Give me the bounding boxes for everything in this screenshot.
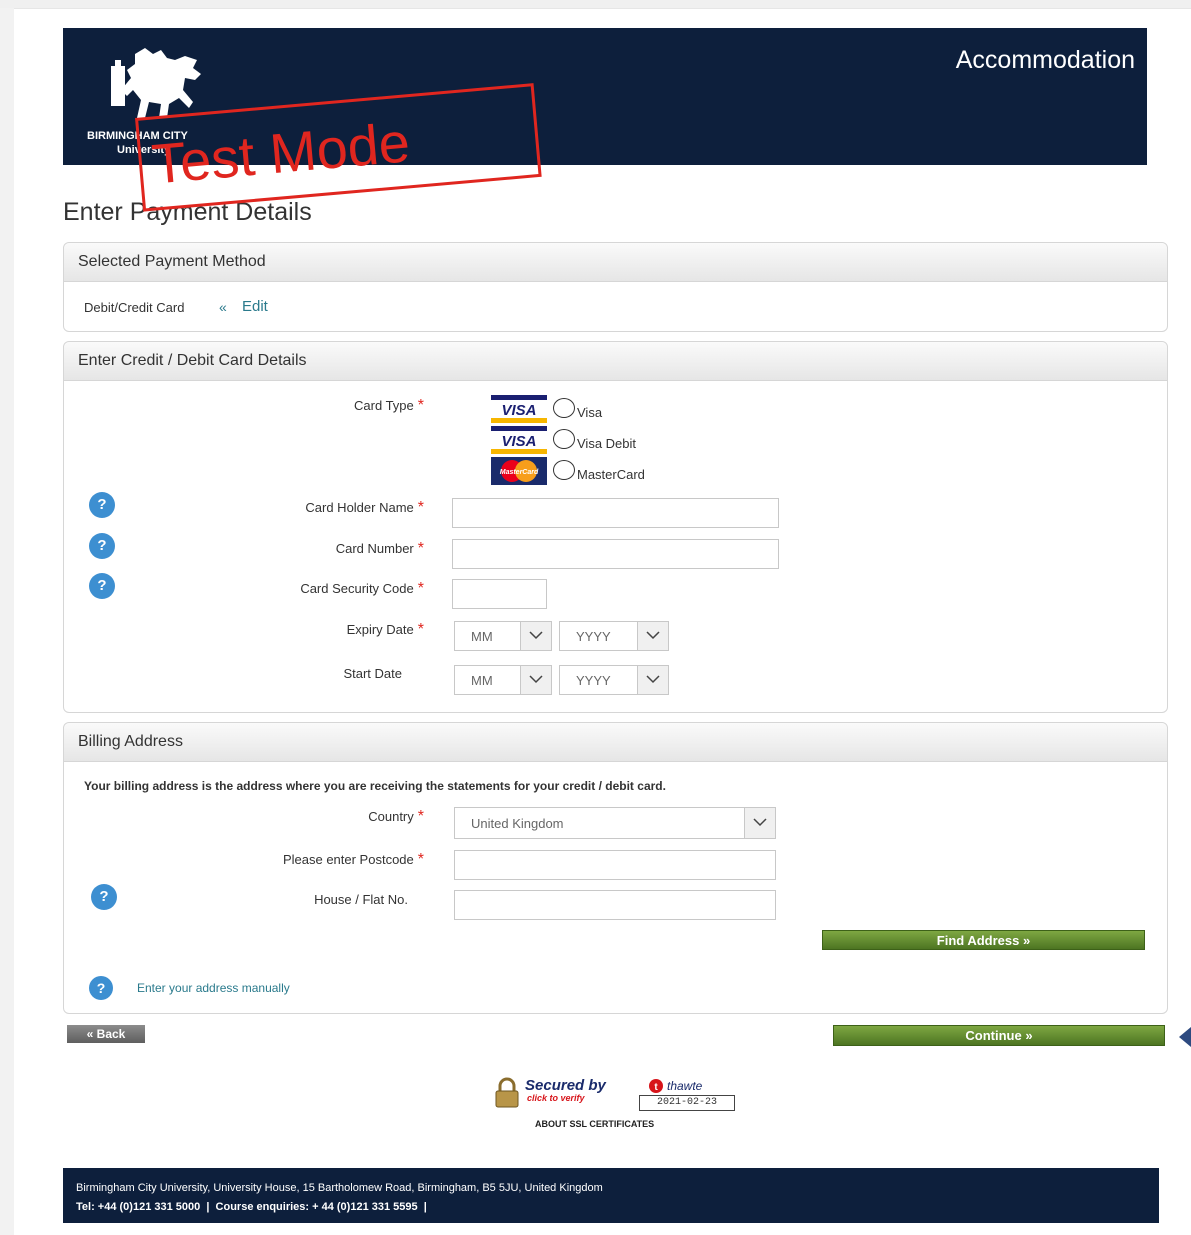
help-icon[interactable]: ?	[89, 573, 115, 599]
required-marker: *	[417, 540, 424, 557]
mastercard-logo-icon: MasterCard	[491, 457, 547, 485]
expiry-month-select[interactable]: MM	[454, 621, 552, 651]
help-icon[interactable]: ?	[89, 492, 115, 518]
radio-visa[interactable]	[553, 398, 575, 418]
visa-debit-logo-icon: VISA	[491, 426, 547, 454]
thawte-brand-text: thawte	[667, 1079, 703, 1093]
security-code-label: Card Security Code *	[300, 580, 424, 598]
svg-text:VISA: VISA	[501, 433, 536, 450]
card-number-input[interactable]	[452, 539, 779, 569]
header-title: Accommodation	[955, 46, 1135, 74]
edit-link[interactable]: Edit	[242, 298, 268, 315]
required-marker: *	[417, 499, 424, 516]
footer-address: Birmingham City University, University H…	[76, 1182, 603, 1194]
select-value: YYYY	[576, 629, 611, 644]
house-number-label: House / Flat No.	[314, 892, 408, 907]
card-number-label: Card Number *	[336, 540, 424, 558]
expiry-year-select[interactable]: YYYY	[559, 621, 669, 651]
country-select[interactable]: United Kingdom	[454, 807, 776, 839]
expiry-date-label: Expiry Date *	[347, 621, 424, 639]
chevron-down-icon	[744, 808, 775, 838]
arrow-left-icon	[1179, 1027, 1191, 1047]
card-type-option-label: Visa Debit	[577, 436, 637, 451]
radio-visa-debit[interactable]	[553, 429, 575, 449]
required-marker: *	[417, 808, 424, 825]
card-type-option-label: MasterCard	[577, 467, 645, 482]
find-address-button[interactable]: Find Address »	[822, 930, 1145, 950]
security-code-label-text: Card Security Code	[300, 581, 414, 596]
selected-payment-method-panel: Selected Payment Method Debit/Credit Car…	[63, 242, 1168, 332]
billing-address-panel: Billing Address Your billing address is …	[63, 722, 1168, 1014]
select-value: MM	[471, 629, 493, 644]
start-month-select[interactable]: MM	[454, 665, 552, 695]
postcode-label-text: Please enter Postcode	[282, 852, 414, 867]
visa-logo-icon: VISA	[491, 395, 547, 423]
chevron-down-icon	[637, 622, 668, 650]
svg-text:VISA: VISA	[501, 402, 536, 419]
radio-mastercard[interactable]	[553, 460, 575, 480]
about-ssl-link[interactable]: ABOUT SSL CERTIFICATES	[535, 1119, 654, 1129]
panel-heading: Billing Address	[64, 723, 1167, 762]
billing-intro-text: Your billing address is the address wher…	[84, 779, 666, 793]
selected-method-text: Debit/Credit Card	[84, 300, 185, 315]
card-number-label-text: Card Number	[335, 541, 414, 556]
padlock-icon	[495, 1077, 519, 1108]
secured-by-text: Secured by	[525, 1077, 606, 1094]
panel-heading: Enter Credit / Debit Card Details	[64, 342, 1167, 381]
left-gutter	[0, 8, 14, 1235]
security-code-input[interactable]	[452, 579, 547, 609]
continue-button[interactable]: Continue »	[833, 1025, 1165, 1046]
house-number-input[interactable]	[454, 890, 776, 920]
country-label: Country *	[368, 808, 424, 826]
select-value: MM	[471, 673, 493, 688]
start-year-select[interactable]: YYYY	[559, 665, 669, 695]
thawte-logo-icon: t	[649, 1079, 663, 1093]
footer-contacts: Tel: +44 (0)121 331 5000 | Course enquir…	[76, 1201, 427, 1213]
chevron-down-icon	[637, 666, 668, 694]
required-marker: *	[417, 580, 424, 597]
card-holder-label-text: Card Holder Name	[305, 500, 414, 515]
required-marker: *	[417, 397, 424, 414]
required-marker: *	[417, 851, 424, 868]
select-value: United Kingdom	[471, 816, 564, 831]
card-holder-label: Card Holder Name *	[305, 499, 424, 517]
back-button[interactable]: « Back	[67, 1025, 145, 1043]
help-icon[interactable]: ?	[89, 976, 113, 1000]
card-type-option-label: Visa	[577, 405, 603, 420]
help-icon[interactable]: ?	[89, 533, 115, 559]
select-value: YYYY	[576, 673, 611, 688]
svg-text:MasterCard: MasterCard	[500, 469, 539, 476]
postcode-label: Please enter Postcode *	[283, 851, 424, 869]
expiry-date-label-text: Expiry Date	[346, 622, 414, 637]
edit-chevron-icon: «	[219, 299, 227, 315]
help-icon[interactable]: ?	[91, 884, 117, 910]
country-label-text: Country	[368, 809, 414, 824]
start-date-label: Start Date	[343, 666, 402, 681]
thawte-ssl-seal[interactable]: Secured by t thawte click to verify 2021…	[493, 1075, 738, 1113]
top-border	[0, 0, 1191, 9]
chevron-down-icon	[520, 622, 551, 650]
panel-heading: Selected Payment Method	[64, 243, 1167, 282]
seal-date: 2021-02-23	[639, 1095, 735, 1111]
card-type-label-text: Card Type	[354, 398, 414, 413]
click-to-verify-text: click to verify	[527, 1093, 585, 1103]
card-details-panel: Enter Credit / Debit Card Details Card T…	[63, 341, 1168, 713]
enter-address-manually-link[interactable]: Enter your address manually	[137, 981, 290, 995]
postcode-input[interactable]	[454, 850, 776, 880]
site-footer: Birmingham City University, University H…	[63, 1168, 1159, 1223]
card-type-label: Card Type *	[354, 397, 424, 415]
chevron-down-icon	[520, 666, 551, 694]
required-marker: *	[417, 621, 424, 638]
card-holder-name-input[interactable]	[452, 498, 779, 528]
